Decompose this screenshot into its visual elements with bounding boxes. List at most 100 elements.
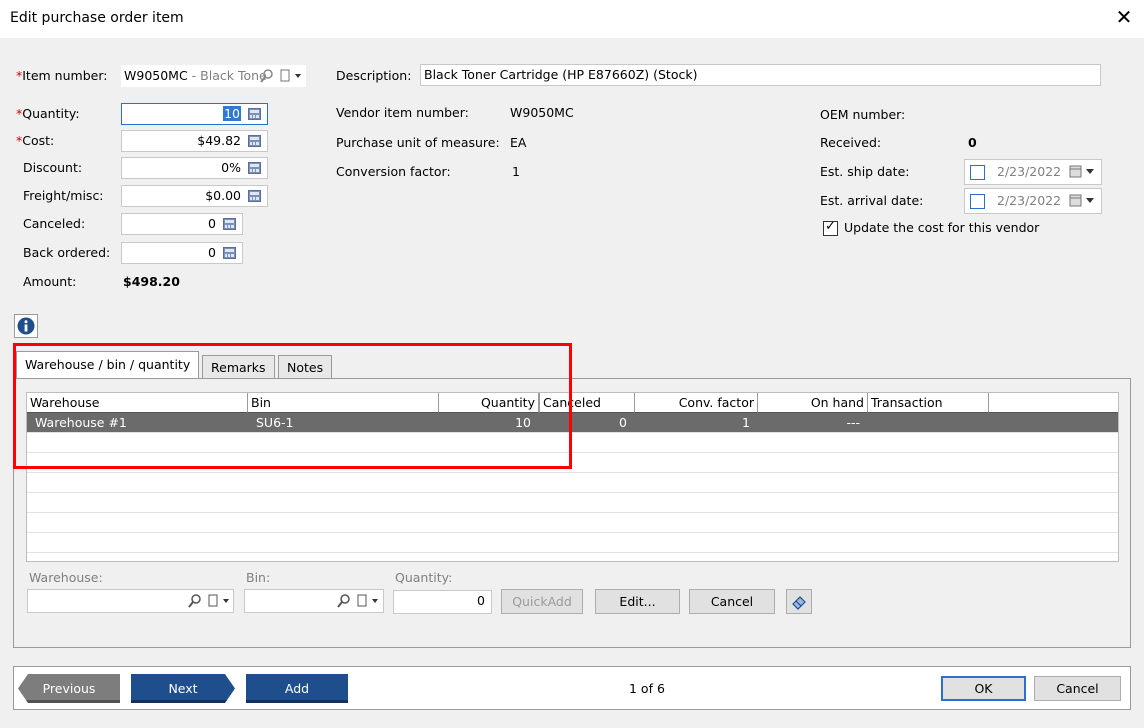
window-title: Edit purchase order item: [10, 10, 184, 26]
description-input[interactable]: Black Toner Cartridge (HP E87660Z) (Stoc…: [420, 64, 1101, 86]
discount-input[interactable]: 0%: [121, 157, 268, 179]
vendor-item-value: W9050MC: [510, 105, 574, 120]
title-bar: Edit purchase order item ✕: [0, 0, 1144, 38]
cost-value: $49.82: [197, 133, 241, 148]
clear-button[interactable]: [786, 589, 812, 614]
calendar-dropdown-icon[interactable]: [1069, 165, 1097, 179]
lookup-dropdown-icon[interactable]: [357, 594, 379, 608]
conversion-label: Conversion factor:: [336, 164, 451, 179]
back-ordered-value: 0: [208, 245, 216, 260]
item-number-label: *Item number:: [16, 68, 107, 83]
tab-warehouse-bin-quantity[interactable]: Warehouse / bin / quantity: [16, 351, 200, 379]
previous-button[interactable]: Previous: [18, 674, 120, 703]
column-header-transaction[interactable]: Transaction: [868, 393, 989, 413]
cancel-button[interactable]: Cancel: [1034, 676, 1121, 701]
back-ordered-input[interactable]: 0: [121, 242, 243, 264]
column-header-warehouse[interactable]: Warehouse: [27, 393, 248, 413]
entry-cancel-button[interactable]: Cancel: [689, 589, 775, 614]
calculator-icon[interactable]: [223, 247, 236, 259]
vendor-item-label: Vendor item number:: [336, 105, 469, 120]
amount-value: $498.20: [123, 274, 180, 289]
received-value: 0: [968, 135, 977, 150]
warehouse-grid[interactable]: Warehouse Bin Quantity Canceled Conv. fa…: [26, 392, 1119, 562]
column-header-filler: [989, 393, 1118, 413]
ship-date-checkbox[interactable]: [970, 165, 985, 180]
calculator-icon[interactable]: [223, 218, 236, 230]
amount-label: Amount:: [23, 274, 77, 289]
canceled-input[interactable]: 0: [121, 213, 243, 235]
ok-button[interactable]: OK: [941, 676, 1026, 701]
next-button[interactable]: Next: [131, 674, 235, 703]
column-header-bin[interactable]: Bin: [248, 393, 439, 413]
update-cost-checkbox[interactable]: ✓: [823, 219, 838, 236]
entry-bin-input[interactable]: [244, 589, 384, 613]
info-icon: [17, 317, 35, 335]
lookup-dropdown-icon[interactable]: [208, 594, 230, 608]
tab-notes[interactable]: Notes: [278, 355, 333, 380]
add-button[interactable]: Add: [246, 674, 348, 703]
page-indicator: 1 of 6: [629, 681, 665, 696]
search-icon[interactable]: [260, 69, 274, 83]
edit-button[interactable]: Edit...: [595, 589, 680, 614]
column-header-canceled[interactable]: Canceled: [539, 393, 635, 413]
discount-label: Discount:: [23, 160, 83, 175]
freight-input[interactable]: $0.00: [121, 185, 268, 207]
arrival-date-checkbox[interactable]: [970, 194, 985, 209]
cell-transaction: [868, 413, 989, 433]
checkmark-icon: ✓: [825, 219, 836, 234]
oem-label: OEM number:: [820, 107, 906, 122]
lookup-dropdown-icon[interactable]: [280, 69, 302, 83]
column-header-quantity[interactable]: Quantity: [439, 393, 539, 413]
column-header-conv-factor[interactable]: Conv. factor: [635, 393, 758, 413]
arrival-date-label: Est. arrival date:: [820, 193, 924, 208]
cell-conv-factor: 1: [742, 415, 750, 430]
ship-date-picker[interactable]: 2/23/2022: [964, 159, 1102, 185]
close-icon[interactable]: ✕: [1113, 6, 1135, 28]
column-header-on-hand[interactable]: On hand: [758, 393, 868, 413]
cell-quantity: 10: [515, 415, 531, 430]
quantity-label-text: Quantity:: [22, 106, 80, 121]
discount-value: 0%: [221, 160, 241, 175]
conversion-value: 1: [512, 164, 520, 179]
quantity-input[interactable]: 10: [121, 103, 268, 125]
quantity-value: 10: [223, 106, 241, 121]
entry-quantity-value: 0: [477, 593, 485, 608]
update-cost-label[interactable]: Update the cost for this vendor: [844, 220, 1039, 235]
quickadd-button[interactable]: QuickAdd: [501, 589, 583, 614]
cost-input[interactable]: $49.82: [121, 130, 268, 152]
ship-date-label: Est. ship date:: [820, 164, 910, 179]
item-number-label-text: Item number:: [22, 68, 108, 83]
cell-on-hand: ---: [846, 415, 860, 430]
arrival-date-picker[interactable]: 2/23/2022: [964, 188, 1102, 214]
tab-remarks[interactable]: Remarks: [202, 355, 275, 380]
item-number-description: - Black Tone: [187, 68, 267, 83]
entry-warehouse-input[interactable]: [27, 589, 234, 613]
canceled-value: 0: [208, 216, 216, 231]
arrival-date-value: 2/23/2022: [997, 193, 1062, 208]
calculator-icon[interactable]: [248, 162, 261, 174]
calculator-icon[interactable]: [248, 135, 261, 147]
freight-label: Freight/misc:: [23, 188, 104, 203]
cost-label: *Cost:: [16, 133, 54, 148]
received-label: Received:: [820, 135, 882, 150]
calendar-dropdown-icon[interactable]: [1069, 194, 1097, 208]
search-icon[interactable]: [188, 594, 202, 608]
cell-canceled: 0: [619, 415, 627, 430]
cell-bin: SU6-1: [256, 415, 294, 430]
table-row-empty: [27, 513, 1118, 533]
uom-label: Purchase unit of measure:: [336, 135, 500, 150]
item-number-field[interactable]: W9050MC - Black Tone: [121, 65, 306, 87]
description-value: Black Toner Cartridge (HP E87660Z) (Stoc…: [424, 67, 698, 82]
calculator-icon[interactable]: [248, 190, 261, 202]
table-row[interactable]: Warehouse #1 SU6-1 10 0 1 ---: [27, 413, 1118, 433]
freight-value: $0.00: [205, 188, 241, 203]
search-icon[interactable]: [337, 594, 351, 608]
eraser-icon: [792, 596, 806, 610]
entry-quantity-input[interactable]: 0: [393, 590, 492, 614]
table-row-empty: [27, 433, 1118, 453]
entry-quantity-label: Quantity:: [395, 570, 453, 585]
table-row-empty: [27, 473, 1118, 493]
info-button[interactable]: [14, 314, 38, 338]
calculator-icon[interactable]: [248, 108, 261, 120]
description-label: Description:: [336, 68, 412, 83]
